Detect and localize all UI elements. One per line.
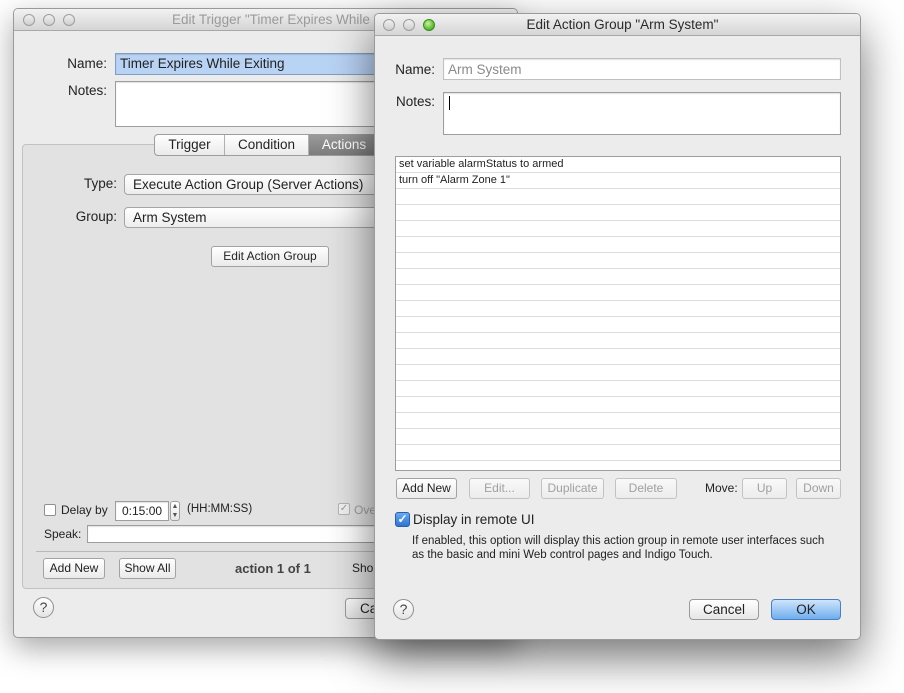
- override-checkbox[interactable]: ✓: [338, 503, 350, 515]
- edit-button[interactable]: Edit...: [469, 478, 530, 499]
- close-window-button[interactable]: [383, 19, 395, 31]
- action-counter: action 1 of 1: [235, 561, 311, 576]
- name-field-value: Arm System: [448, 62, 522, 77]
- delay-field-value: 0:15:00: [122, 504, 163, 518]
- add-new-action-button[interactable]: Add New: [43, 558, 105, 579]
- tab-trigger[interactable]: Trigger: [155, 135, 225, 155]
- name-field[interactable]: Arm System: [443, 58, 841, 80]
- name-field-value: Timer Expires While Exiting: [120, 56, 285, 71]
- cancel-button[interactable]: Cancel: [689, 599, 759, 620]
- notes-label: Notes:: [395, 94, 435, 109]
- help-button[interactable]: ?: [393, 599, 414, 620]
- close-window-button[interactable]: [23, 14, 35, 26]
- action-list-empty-row[interactable]: [396, 269, 840, 285]
- delay-format-label: (HH:MM:SS): [187, 503, 253, 515]
- tab-actions[interactable]: Actions: [309, 135, 379, 155]
- action-list-rows: set variable alarmStatus to armed turn of…: [396, 157, 840, 461]
- action-list[interactable]: set variable alarmStatus to armed turn of…: [395, 156, 841, 471]
- move-label: Move:: [705, 481, 738, 495]
- notes-field[interactable]: [443, 92, 841, 135]
- speak-label: Speak:: [44, 527, 82, 541]
- action-list-empty-row[interactable]: [396, 333, 840, 349]
- tab-bar: Trigger Condition Actions: [154, 134, 380, 156]
- action-list-empty-row[interactable]: [396, 205, 840, 221]
- text-cursor: [449, 96, 450, 110]
- display-remote-checkbox[interactable]: ✓: [395, 512, 410, 527]
- move-up-button[interactable]: Up: [742, 478, 787, 499]
- action-list-empty-row[interactable]: [396, 445, 840, 461]
- action-list-empty-row[interactable]: [396, 189, 840, 205]
- delay-checkbox[interactable]: [44, 504, 56, 516]
- action-list-empty-row[interactable]: [396, 349, 840, 365]
- edit-action-group-titlebar[interactable]: Edit Action Group "Arm System": [375, 14, 860, 36]
- action-list-empty-row[interactable]: [396, 381, 840, 397]
- group-label: Group:: [75, 209, 117, 224]
- delay-stepper[interactable]: ▲ ▼: [170, 501, 180, 521]
- action-list-empty-row[interactable]: [396, 397, 840, 413]
- action-list-empty-row[interactable]: [396, 221, 840, 237]
- type-label: Type:: [83, 176, 117, 191]
- tab-condition[interactable]: Condition: [225, 135, 309, 155]
- window-title: Edit Action Group "Arm System": [526, 17, 719, 32]
- zoom-window-button[interactable]: [423, 19, 435, 31]
- action-list-empty-row[interactable]: [396, 285, 840, 301]
- help-button[interactable]: ?: [33, 597, 54, 618]
- add-new-button[interactable]: Add New: [396, 478, 457, 499]
- delete-button[interactable]: Delete: [615, 478, 677, 499]
- action-list-empty-row[interactable]: [396, 429, 840, 445]
- action-list-empty-row[interactable]: [396, 253, 840, 269]
- action-list-item[interactable]: turn off "Alarm Zone 1": [396, 173, 840, 189]
- edit-action-group-button[interactable]: Edit Action Group: [211, 246, 329, 267]
- display-remote-label: Display in remote UI: [413, 512, 535, 527]
- minimize-window-button[interactable]: [403, 19, 415, 31]
- edit-action-group-window: Edit Action Group "Arm System" Name: Arm…: [374, 13, 861, 640]
- action-list-empty-row[interactable]: [396, 365, 840, 381]
- action-list-empty-row[interactable]: [396, 413, 840, 429]
- zoom-window-button[interactable]: [63, 14, 75, 26]
- delay-label: Delay by: [61, 503, 108, 517]
- name-label: Name:: [67, 56, 107, 71]
- override-label: Ove: [354, 503, 377, 517]
- duplicate-button[interactable]: Duplicate: [541, 478, 604, 499]
- name-label: Name:: [395, 62, 435, 77]
- notes-label: Notes:: [67, 83, 107, 98]
- action-list-item[interactable]: set variable alarmStatus to armed: [396, 157, 840, 173]
- move-down-button[interactable]: Down: [796, 478, 841, 499]
- display-remote-help-text: If enabled, this option will display thi…: [412, 535, 825, 561]
- show-all-button[interactable]: Show All: [119, 558, 176, 579]
- group-popup-value: Arm System: [133, 210, 207, 225]
- action-list-empty-row[interactable]: [396, 317, 840, 333]
- ok-button[interactable]: OK: [771, 599, 841, 620]
- type-popup-value: Execute Action Group (Server Actions): [133, 177, 364, 192]
- action-list-empty-row[interactable]: [396, 301, 840, 317]
- delay-field[interactable]: 0:15:00: [115, 501, 169, 521]
- action-list-empty-row[interactable]: [396, 237, 840, 253]
- minimize-window-button[interactable]: [43, 14, 55, 26]
- show-label: Sho: [352, 561, 374, 575]
